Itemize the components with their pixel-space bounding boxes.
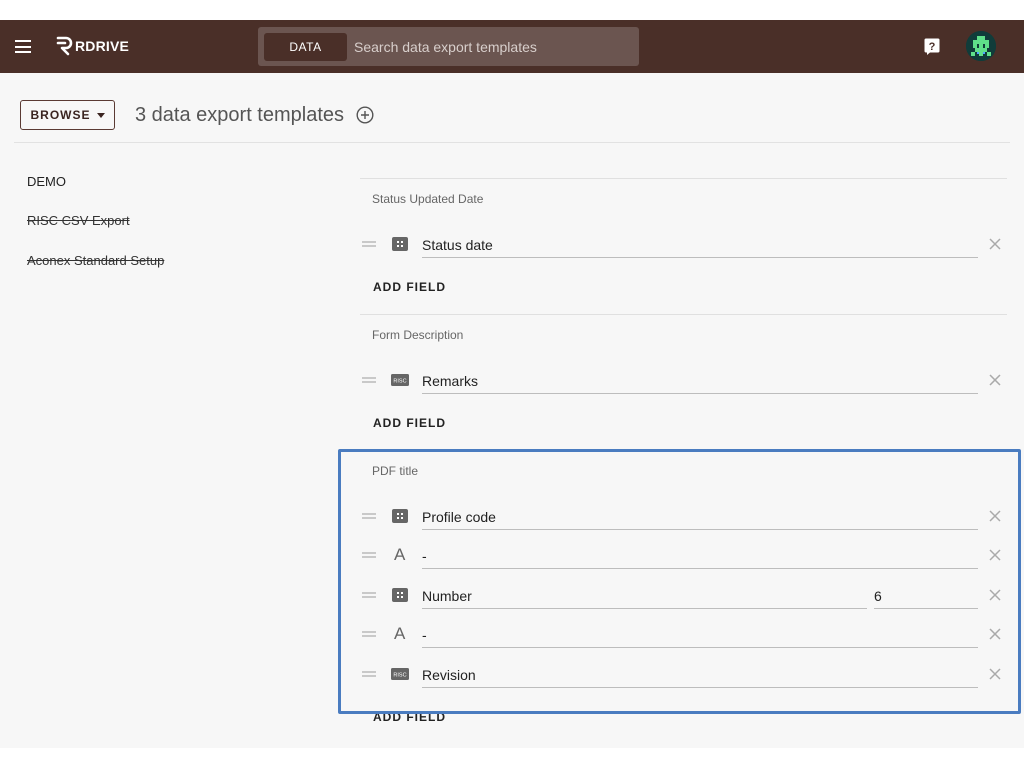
page-title: 3 data export templates [135,103,345,126]
template-list: DEMO RISC CSV Export Aconex Standard Set… [27,173,164,293]
menu-icon[interactable] [15,40,31,53]
content-toolbar: BROWSE 3 data export templates [20,100,374,130]
field-row [360,581,1010,611]
avatar-pixel-icon [966,31,996,61]
help-icon[interactable]: ? [924,38,940,55]
risc-icon: RISC [391,374,409,386]
risc-icon: RISC [391,668,409,680]
section-label: PDF title [372,464,419,478]
add-field-button[interactable]: ADD FIELD [373,280,446,294]
template-item-demo[interactable]: DEMO [27,173,164,213]
field-input[interactable] [422,368,978,394]
field-row: A [360,620,1010,650]
field-input[interactable] [422,622,978,648]
drag-handle-icon[interactable] [362,513,376,519]
close-icon[interactable] [989,549,1001,561]
drag-handle-icon[interactable] [362,631,376,637]
top-app-bar: RDRIVE DATA ? [0,20,1024,73]
close-icon[interactable] [989,374,1001,386]
field-row: RISC [360,366,1010,396]
template-item-aconex[interactable]: Aconex Standard Setup [27,253,164,293]
section-divider [360,314,1007,315]
field-input[interactable] [422,543,978,569]
grid-icon [392,588,408,602]
toolbar-divider [14,142,1010,143]
section-label: Status Updated Date [372,192,484,206]
drag-handle-icon[interactable] [362,671,376,677]
add-field-button[interactable]: ADD FIELD [373,416,446,430]
svg-text:?: ? [929,41,936,53]
rdrive-logo-icon [56,36,73,56]
search-scope-chip[interactable]: DATA [264,32,347,61]
close-icon[interactable] [989,628,1001,640]
drag-handle-icon[interactable] [362,241,376,247]
close-icon[interactable] [989,668,1001,680]
field-row: A [360,541,1010,571]
grid-icon [392,237,408,251]
svg-text:RISC: RISC [393,378,406,384]
field-row [360,502,1010,532]
add-circle-icon[interactable] [356,106,374,124]
template-item-risc-csv[interactable]: RISC CSV Export [27,213,164,253]
caret-down-icon [96,112,105,118]
close-icon[interactable] [989,510,1001,522]
grid-icon [392,509,408,523]
drag-handle-icon[interactable] [362,592,376,598]
field-input[interactable] [422,583,867,609]
field-length-input[interactable] [874,583,978,609]
field-row [360,230,1010,260]
svg-text:RISC: RISC [393,672,406,678]
browse-label: BROWSE [30,108,91,122]
field-input[interactable] [422,232,978,258]
field-input[interactable] [422,504,978,530]
user-avatar[interactable] [966,31,996,61]
drag-handle-icon[interactable] [362,552,376,558]
search-input[interactable] [354,32,639,61]
section-label: Form Description [372,328,464,342]
close-icon[interactable] [989,589,1001,601]
text-letter-icon: A [394,545,406,564]
drag-handle-icon[interactable] [362,377,376,383]
brand-name: RDRIVE [75,38,130,54]
browse-button[interactable]: BROWSE [20,100,115,130]
close-icon[interactable] [989,238,1001,250]
add-field-button[interactable]: ADD FIELD [373,710,446,724]
field-input[interactable] [422,662,978,688]
brand-logo[interactable]: RDRIVE [55,36,129,56]
content-area: BROWSE 3 data export templates DEMO RISC… [0,73,1024,748]
field-row: RISC [360,660,1010,690]
search-bar: DATA [258,27,639,66]
text-letter-icon: A [394,624,406,643]
section-divider [360,178,1007,179]
